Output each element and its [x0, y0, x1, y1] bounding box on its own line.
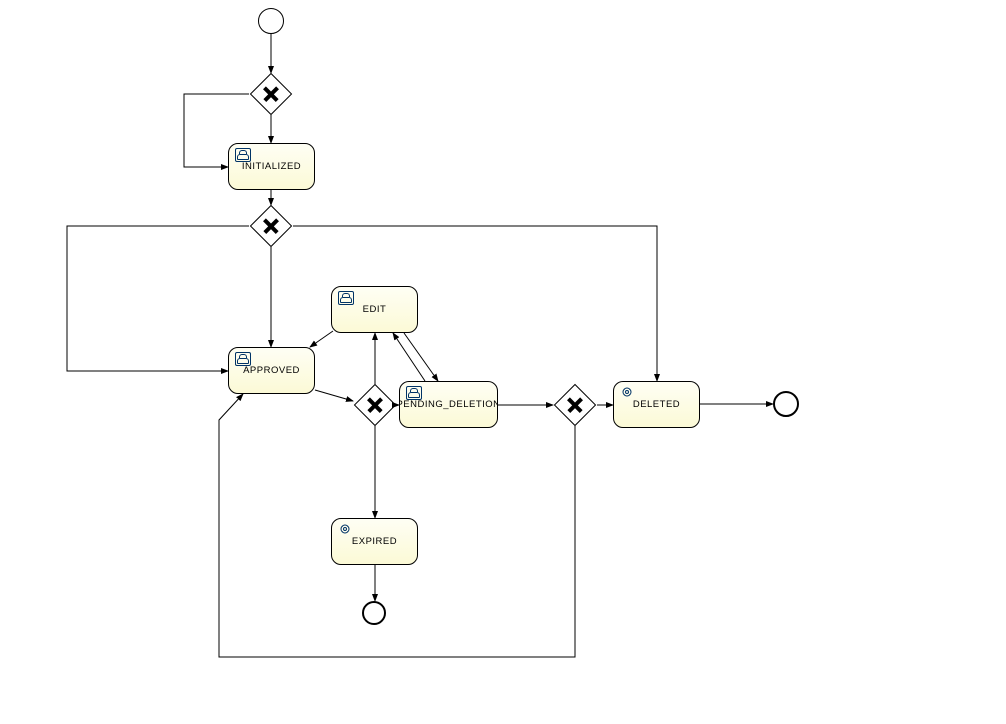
task-edit: EDIT [331, 286, 418, 333]
end-event-deleted [773, 391, 799, 417]
task-label: INITIALIZED [242, 161, 301, 172]
user-task-icon [406, 386, 422, 400]
gateway-4 [554, 384, 596, 426]
task-deleted: DELETED [613, 381, 700, 428]
task-label: APPROVED [243, 365, 300, 376]
gateway-1 [250, 73, 292, 115]
gateway-2 [250, 205, 292, 247]
start-event [258, 8, 284, 34]
task-approved: APPROVED [228, 347, 315, 394]
end-event-expired [362, 601, 386, 625]
user-task-icon [235, 352, 251, 366]
task-pending-deletion: PENDING_DELETION [399, 381, 498, 428]
user-task-icon [338, 291, 354, 305]
gateway-3 [354, 384, 396, 426]
task-label: DELETED [633, 399, 680, 410]
task-label: PENDING_DELETION [399, 399, 498, 410]
service-task-icon [620, 386, 634, 398]
flow-edges [0, 0, 1006, 724]
task-label: EXPIRED [352, 536, 397, 547]
task-expired: EXPIRED [331, 518, 418, 565]
user-task-icon [235, 148, 251, 162]
bpmn-diagram: INITIALIZED EDIT APPROVED PENDING_DELETI… [0, 0, 1006, 724]
service-task-icon [338, 523, 352, 535]
task-label: EDIT [363, 304, 387, 315]
task-initialized: INITIALIZED [228, 143, 315, 190]
